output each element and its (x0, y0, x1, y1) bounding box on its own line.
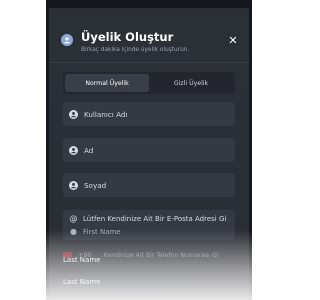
divider (49, 62, 249, 63)
modal-title: Üyelik Oluştur (81, 30, 174, 44)
email-field[interactable]: @ Lütfen Kendinize Ait Bir E-Posta Adres… (63, 210, 235, 240)
surname-placeholder: Soyad (84, 180, 107, 190)
at-icon: @ (69, 214, 78, 223)
phone-placeholder: Kendinize Ait Bir Telefon Numarası Gi (103, 251, 219, 259)
username-placeholder: Kullanıcı Adı (84, 109, 128, 119)
user-icon (69, 145, 78, 155)
first-name-ghost-label: First Name (83, 227, 121, 236)
user-icon (69, 109, 78, 119)
modal-header: Üyelik Oluştur Birkaç dakika içinde üyel… (61, 22, 239, 53)
user-circle-icon (61, 34, 73, 46)
name-placeholder: Ad (84, 145, 94, 155)
surname-field[interactable]: Soyad (63, 173, 235, 197)
user-icon (69, 180, 78, 190)
tab-hidden-membership[interactable]: Gizli Üyelik (149, 74, 233, 92)
last-name-ghost-label: Last Name (63, 256, 101, 264)
tab-normal-membership[interactable]: Normal Üyelik (65, 74, 149, 92)
name-field[interactable]: Ad (63, 138, 235, 162)
close-icon[interactable]: ✕ (227, 35, 239, 47)
modal-subtitle: Birkaç dakika içinde üyelik oluşturun. (81, 47, 190, 53)
membership-tabs: Normal Üyelik Gizli Üyelik (63, 72, 235, 94)
phone-frame: Üyelik Oluştur Birkaç dakika içinde üyel… (46, 0, 252, 300)
user-icon: ● (70, 227, 77, 236)
username-field[interactable]: Kullanıcı Adı (63, 102, 235, 126)
signup-modal: Üyelik Oluştur Birkaç dakika içinde üyel… (49, 10, 249, 300)
email-placeholder: Lütfen Kendinize Ait Bir E-Posta Adresi … (83, 214, 227, 223)
last-name-ghost-label: Last Name (63, 278, 101, 286)
